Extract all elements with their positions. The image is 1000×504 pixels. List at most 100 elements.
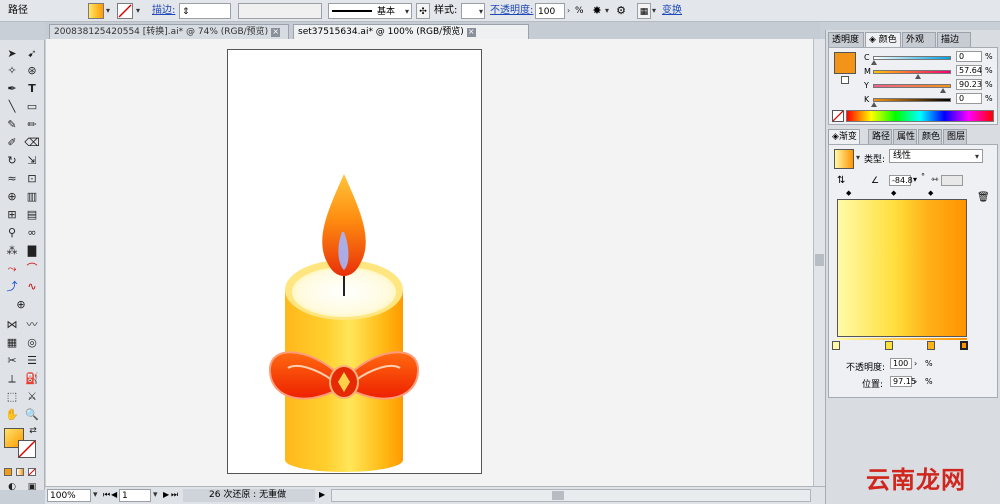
tab-document-2[interactable]: set37515634.ai* @ 100% (RGB/预览) × xyxy=(293,24,529,39)
reverse-gradient-icon[interactable]: ⇅ xyxy=(837,175,845,186)
gradient-stop[interactable] xyxy=(927,341,935,350)
opacity-input[interactable]: 100 xyxy=(535,3,565,19)
mesh-tool-icon[interactable]: ⊞ xyxy=(3,207,21,222)
eraser-tool-icon[interactable]: ⌫ xyxy=(23,135,41,150)
channel-c-input[interactable]: 0 xyxy=(956,51,982,62)
tab-stroke[interactable]: 描边 xyxy=(937,32,971,47)
canvas-area[interactable] xyxy=(46,39,813,486)
type-tool-icon[interactable]: T xyxy=(23,81,41,96)
midpoint-diamond-icon[interactable]: ◆ xyxy=(846,189,851,197)
gradient-slider-bar[interactable] xyxy=(837,338,967,340)
first-page-icon[interactable]: ⏮ xyxy=(103,489,110,502)
perspective-grid-tool-icon[interactable]: ▥ xyxy=(23,189,41,204)
slice-select-tool-icon[interactable]: ⚔ xyxy=(23,389,41,404)
curvature-tool-icon[interactable]: ⤳ xyxy=(3,261,21,276)
channel-c-slider[interactable] xyxy=(873,56,951,60)
magic-wand-tool-icon[interactable]: ✧ xyxy=(3,63,21,78)
grid-tool-icon[interactable]: ▦ xyxy=(3,335,21,350)
tab-transparency[interactable]: 透明度 xyxy=(828,32,864,47)
candle-illustration[interactable] xyxy=(228,50,481,473)
opacity-arrow-icon[interactable]: › xyxy=(567,3,570,19)
tab-pathfinder[interactable]: 路径 xyxy=(868,129,892,144)
hscroll-thumb[interactable] xyxy=(552,491,564,500)
last-page-icon[interactable]: ⏭ xyxy=(171,489,178,502)
tab-appearance[interactable]: 外观 xyxy=(902,32,936,47)
free-transform-tool-icon[interactable]: ⊡ xyxy=(23,171,41,186)
horizontal-scrollbar[interactable] xyxy=(331,489,811,502)
pencil-tool-icon[interactable]: ✏ xyxy=(23,117,41,132)
shape-builder-tool-icon[interactable]: ⊕ xyxy=(3,189,21,204)
spiral-tool-icon[interactable]: ∿ xyxy=(23,279,41,294)
delete-stop-icon[interactable]: 🗑 xyxy=(977,192,990,203)
stop-opacity-arrow-icon[interactable]: › xyxy=(914,359,917,368)
midpoint-diamond-icon[interactable]: ◆ xyxy=(891,189,896,197)
next-page-icon[interactable]: ▶ xyxy=(163,489,169,502)
style-dropdown-arrow-icon[interactable]: ▾ xyxy=(479,4,483,20)
stroke-weight-field[interactable]: ⇕ xyxy=(179,3,231,19)
none-mode-icon[interactable] xyxy=(28,468,36,476)
aspect-ratio-icon[interactable]: ⇿ xyxy=(931,175,939,185)
channel-m-thumb[interactable] xyxy=(915,74,921,79)
status-menu-arrow-icon[interactable]: ▶ xyxy=(319,489,325,502)
stroke-swatch[interactable] xyxy=(117,3,133,19)
polar-grid-tool-icon[interactable]: ◎ xyxy=(23,335,41,350)
rectangle-tool-icon[interactable]: ▭ xyxy=(23,99,41,114)
align-dropdown-arrow-icon[interactable]: ▾ xyxy=(652,3,656,19)
tab-color[interactable]: ◈ 颜色 xyxy=(865,32,901,47)
align-grid-icon[interactable]: ▦ xyxy=(637,3,651,19)
live-paint-tool-icon[interactable]: ⛽ xyxy=(23,371,41,386)
gradient-tool-icon[interactable]: ▤ xyxy=(23,207,41,222)
paintbrush-tool-icon[interactable]: ✎ xyxy=(3,117,21,132)
brush-definition-dropdown[interactable]: 基本 ▾ xyxy=(328,3,412,19)
variable-width-dropdown[interactable] xyxy=(238,3,322,19)
warning-cube-icon[interactable] xyxy=(841,76,849,84)
gradient-preview-box[interactable] xyxy=(837,199,967,337)
tab-attributes[interactable]: 属性 xyxy=(893,129,917,144)
fill-dropdown-arrow-icon[interactable]: ▾ xyxy=(106,3,110,19)
draw-normal-icon[interactable]: ◐ xyxy=(3,480,21,495)
none-color-icon[interactable] xyxy=(832,110,844,122)
aspect-ratio-input[interactable] xyxy=(941,175,963,186)
gradient-preview-swatch[interactable] xyxy=(834,149,854,169)
align-tool-icon[interactable]: ☰ xyxy=(23,353,41,368)
stroke-weight-stepper-icon[interactable]: ⇕ xyxy=(182,7,190,17)
midpoint-diamond-icon[interactable]: ◆ xyxy=(928,189,933,197)
prev-page-icon[interactable]: ◀ xyxy=(111,489,117,502)
page-dropdown-arrow-icon[interactable]: ▾ xyxy=(153,489,158,502)
stroke-color-swatch[interactable] xyxy=(18,440,36,458)
warp-tool-icon[interactable]: ≈ xyxy=(3,171,21,186)
crosshair-tool-icon[interactable]: ⊕ xyxy=(12,297,30,312)
scale-tool-icon[interactable]: ⇲ xyxy=(23,153,41,168)
gradient-stop[interactable] xyxy=(832,341,840,350)
artboard-tool-icon[interactable]: ⬚ xyxy=(3,389,21,404)
tab-document-1[interactable]: 200838125420554 [转换].ai* @ 74% (RGB/预览) × xyxy=(49,24,289,39)
gradient-type-select[interactable]: 线性 ▾ xyxy=(889,149,983,163)
tab-gradient[interactable]: ◈渐变 xyxy=(828,129,860,144)
screen-mode-icon[interactable]: ▣ xyxy=(23,480,41,495)
reset-icon[interactable]: ✣ xyxy=(416,3,430,19)
stop-opacity-input[interactable]: 100 xyxy=(890,358,912,369)
channel-k-slider[interactable] xyxy=(873,98,951,102)
pen-tool-icon[interactable]: ✒ xyxy=(3,81,21,96)
fill-swatch[interactable] xyxy=(88,3,104,19)
line-tool-icon[interactable]: ╲ xyxy=(3,99,21,114)
channel-c-thumb[interactable] xyxy=(871,60,877,65)
page-input[interactable]: 1 xyxy=(119,489,151,502)
fill-color-preview[interactable] xyxy=(834,52,856,74)
rotate-tool-icon[interactable]: ↻ xyxy=(3,153,21,168)
tab-layers[interactable]: 图层 xyxy=(943,129,967,144)
profile-dropdown-arrow-icon[interactable]: ▾ xyxy=(405,4,409,20)
angle-input[interactable]: -84.8 xyxy=(889,175,913,186)
width-tool-icon[interactable]: ⤴ xyxy=(3,279,21,294)
close-icon[interactable]: × xyxy=(466,28,476,37)
type-dropdown-arrow-icon[interactable]: ▾ xyxy=(975,150,979,163)
knife-tool-icon[interactable]: ✂ xyxy=(3,353,21,368)
channel-k-thumb[interactable] xyxy=(871,102,877,107)
gradient-stop-selected[interactable] xyxy=(960,341,968,350)
graphic-style-dropdown[interactable]: ▾ xyxy=(461,3,485,19)
color-spectrum[interactable] xyxy=(846,110,994,122)
gradient-mode-icon[interactable] xyxy=(16,468,24,476)
column-graph-tool-icon[interactable]: ▇ xyxy=(23,243,41,258)
gradient-stop[interactable] xyxy=(885,341,893,350)
channel-y-thumb[interactable] xyxy=(940,88,946,93)
